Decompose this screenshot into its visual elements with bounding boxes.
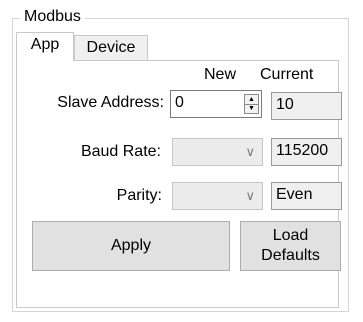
- baud-rate-current: 115200: [271, 138, 342, 166]
- column-header-current: Current: [260, 66, 314, 83]
- parity-dropdown[interactable]: ∨: [172, 182, 263, 210]
- chevron-down-icon[interactable]: ∨: [245, 143, 255, 161]
- apply-button-label: Apply: [110, 237, 152, 254]
- tab-app[interactable]: App: [16, 32, 74, 61]
- load-defaults-label-line1: Load: [272, 227, 309, 244]
- slave-address-spinner[interactable]: ▲ ▼: [244, 94, 259, 114]
- slave-address-value: 0: [175, 94, 184, 111]
- spin-down-arrow-icon[interactable]: ▼: [245, 104, 258, 113]
- chevron-down-icon[interactable]: ∨: [245, 187, 255, 205]
- slave-address-input[interactable]: 0 ▲ ▼: [170, 90, 262, 118]
- load-defaults-label-line2: Defaults: [261, 247, 320, 264]
- baud-rate-dropdown[interactable]: ∨: [172, 138, 263, 166]
- slave-address-current: 10: [271, 92, 342, 120]
- slave-address-label: Slave Address:: [57, 94, 164, 111]
- baud-rate-label: Baud Rate:: [80, 143, 161, 160]
- parity-label: Parity:: [116, 187, 162, 204]
- apply-button[interactable]: Apply: [32, 221, 230, 271]
- column-header-new: New: [204, 66, 237, 83]
- load-defaults-button[interactable]: Load Defaults: [240, 221, 341, 271]
- tab-device[interactable]: Device: [74, 35, 148, 61]
- parity-current: Even: [271, 182, 342, 210]
- groupbox-title: Modbus: [20, 7, 85, 27]
